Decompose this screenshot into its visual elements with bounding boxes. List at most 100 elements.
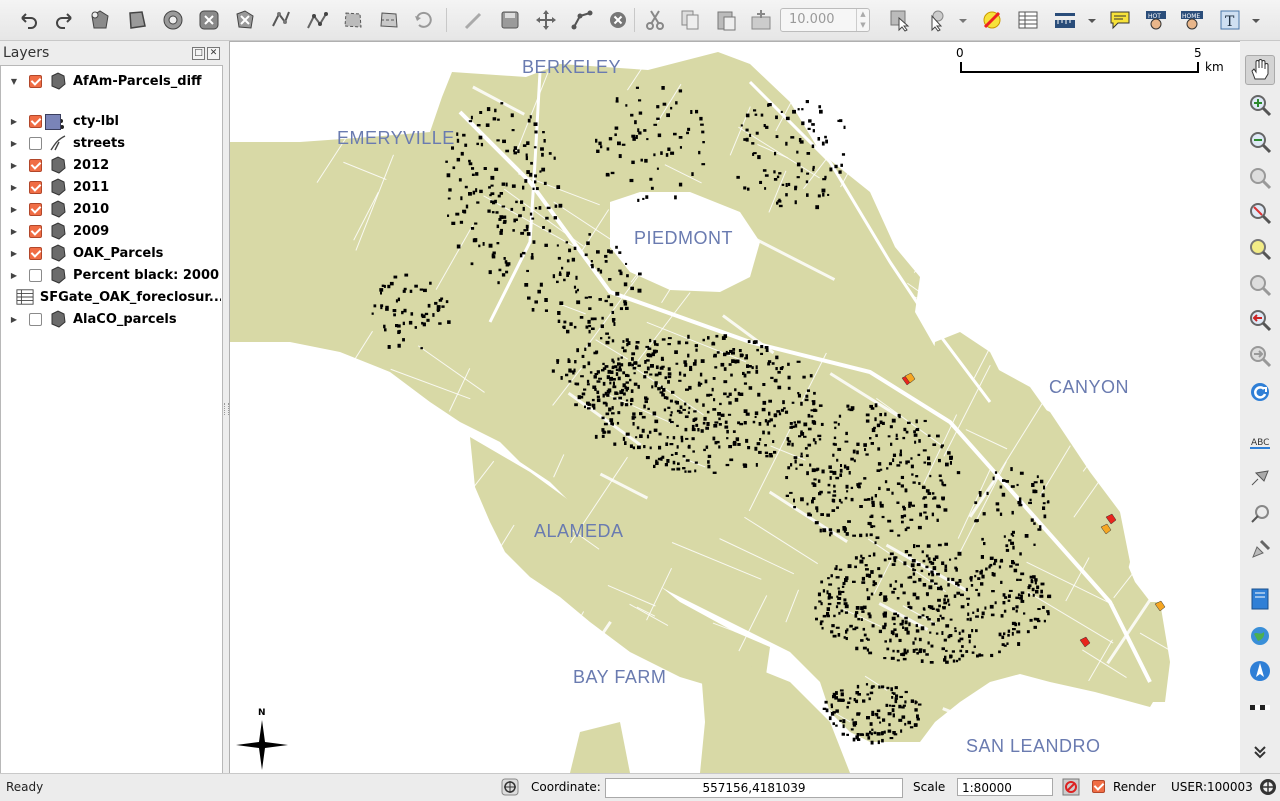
expand-arrow-icon[interactable]: ▶ — [7, 161, 21, 170]
parcel-marker — [565, 241, 569, 244]
map-canvas[interactable]: BERKELEY EMERYVILLE PIEDMONT CANYON ALAM… — [229, 41, 1241, 774]
split-features-icon[interactable] — [339, 6, 367, 34]
cut-icon[interactable] — [641, 6, 669, 34]
merge-icon[interactable] — [410, 6, 438, 34]
delete-selected-icon[interactable] — [604, 6, 632, 34]
reshape-icon[interactable] — [267, 6, 295, 34]
split-parts-icon[interactable] — [375, 6, 403, 34]
zoom-full-edit-icon[interactable] — [747, 6, 775, 34]
attribute-table-icon[interactable] — [1014, 6, 1042, 34]
layer-visibility-checkbox[interactable] — [29, 74, 42, 88]
wms-globe-icon[interactable] — [1245, 621, 1275, 651]
zoom-layer-icon[interactable] — [1245, 198, 1275, 228]
layer-row[interactable]: ▶ Percent black: 2000 — [1, 264, 221, 286]
measure-dropdown-icon[interactable] — [1085, 6, 1099, 34]
close-panel-icon[interactable]: ✕ — [207, 47, 220, 60]
redo-icon[interactable] — [51, 6, 79, 34]
rotate-label-icon[interactable] — [1245, 499, 1275, 529]
toolbar-overflow-icon[interactable] — [1245, 741, 1275, 761]
select-icon[interactable] — [922, 6, 950, 34]
layer-row[interactable]: ▼ AfAm-Parcels_diff — [1, 70, 221, 92]
layer-row[interactable]: ▶ 2012 — [1, 154, 221, 176]
offset-spinbox[interactable]: 10.000 ▲ ▼ — [780, 8, 870, 32]
layer-tree[interactable]: ▼ AfAm-Parcels_diff ▶ cty-lbl ▶ streets ▶ 2012 ▶… — [0, 65, 223, 774]
layer-visibility-checkbox[interactable] — [29, 224, 42, 238]
paste-icon[interactable] — [712, 6, 740, 34]
layer-row[interactable]: ▶ streets — [1, 132, 221, 154]
identify-icon[interactable] — [885, 6, 913, 34]
layer-row[interactable]: ▶ 2009 — [1, 220, 221, 242]
layer-visibility-checkbox[interactable] — [29, 312, 42, 326]
text-annotation-icon[interactable]: T — [1216, 6, 1244, 34]
layer-visibility-checkbox[interactable] — [29, 202, 42, 216]
select-dropdown-icon[interactable] — [956, 6, 970, 34]
layer-row[interactable]: ▶ AlaCO_parcels — [1, 308, 221, 330]
hotlink-icon[interactable]: HOT — [1142, 6, 1170, 34]
change-label-icon[interactable] — [1245, 535, 1275, 565]
stop-render-icon[interactable] — [1062, 778, 1080, 796]
layer-visibility-checkbox[interactable] — [29, 268, 42, 282]
zoom-full-icon[interactable] — [1245, 234, 1275, 264]
collapse-arrow-icon[interactable]: ▼ — [7, 77, 21, 86]
zoom-in-icon[interactable] — [1245, 90, 1275, 120]
pan-icon[interactable] — [1245, 55, 1275, 85]
coordinate-field[interactable]: 557156,4181039 — [605, 778, 903, 798]
layer-row[interactable]: SFGate_OAK_foreclosur... — [1, 286, 221, 308]
annotation-dropdown-icon[interactable] — [1249, 6, 1263, 34]
layer-row[interactable]: ▶ cty-lbl — [1, 110, 221, 132]
zoom-out-icon[interactable] — [1245, 127, 1275, 157]
messages-icon[interactable] — [1259, 778, 1277, 796]
layer-visibility-checkbox[interactable] — [29, 114, 42, 128]
expand-arrow-icon[interactable]: ▶ — [7, 139, 21, 148]
save-edits-icon[interactable] — [496, 6, 524, 34]
north-arrow-tool-icon[interactable] — [1245, 656, 1275, 686]
zoom-last-icon[interactable] — [1245, 305, 1275, 335]
scale-combobox[interactable]: 1:80000 — [957, 778, 1053, 796]
zoom-select-icon[interactable] — [1245, 163, 1275, 193]
expand-arrow-icon[interactable]: ▶ — [7, 249, 21, 258]
layer-visibility-checkbox[interactable] — [29, 246, 42, 260]
float-panel-icon[interactable]: □ — [192, 47, 205, 60]
move-feature-icon[interactable] — [532, 6, 560, 34]
spin-down-icon[interactable]: ▼ — [857, 20, 869, 31]
node-tool-icon[interactable] — [568, 6, 596, 34]
toggle-extents-icon[interactable] — [501, 778, 519, 796]
offset-curve-icon[interactable] — [303, 6, 331, 34]
deselect-icon[interactable] — [978, 6, 1006, 34]
layer-visibility-checkbox[interactable] — [29, 180, 42, 194]
layer-row[interactable]: ▶ 2010 — [1, 198, 221, 220]
scale-bar-tool-icon[interactable] — [1245, 693, 1275, 723]
expand-arrow-icon[interactable]: ▶ — [7, 315, 21, 324]
digitize-icon[interactable] — [460, 6, 488, 34]
expand-arrow-icon[interactable]: ▶ — [7, 117, 21, 126]
zoom-next-icon[interactable] — [1245, 341, 1275, 371]
fill-ring-icon[interactable] — [159, 6, 187, 34]
delete-ring-icon[interactable] — [195, 6, 223, 34]
label-tool-icon[interactable]: ABC — [1245, 427, 1275, 457]
new-print-composer-icon[interactable] — [1245, 584, 1275, 614]
copy-icon[interactable] — [676, 6, 704, 34]
pin-label-icon[interactable] — [1245, 462, 1275, 492]
zoom-native-icon[interactable] — [1245, 270, 1275, 300]
map-tips-icon[interactable] — [1106, 6, 1134, 34]
expand-arrow-icon[interactable]: ▶ — [7, 183, 21, 192]
parcel-marker — [543, 181, 547, 185]
layer-row[interactable]: ▶ OAK_Parcels — [1, 242, 221, 264]
render-checkbox[interactable] — [1092, 780, 1105, 793]
add-ring-icon[interactable] — [86, 6, 114, 34]
expand-arrow-icon[interactable]: ▶ — [7, 205, 21, 214]
crs-status[interactable]: USER:100003 — [1171, 780, 1253, 794]
add-part-icon[interactable] — [123, 6, 151, 34]
layer-row[interactable]: ▶ 2011 — [1, 176, 221, 198]
measure-icon[interactable] — [1051, 6, 1079, 34]
undo-icon[interactable] — [14, 6, 42, 34]
home-icon[interactable]: HOME — [1178, 6, 1206, 34]
layer-visibility-checkbox[interactable] — [29, 136, 42, 150]
expand-arrow-icon[interactable]: ▶ — [7, 227, 21, 236]
panel-splitter[interactable] — [223, 41, 229, 773]
spin-up-icon[interactable]: ▲ — [857, 9, 869, 20]
refresh-icon[interactable] — [1245, 377, 1275, 407]
layer-visibility-checkbox[interactable] — [29, 158, 42, 172]
expand-arrow-icon[interactable]: ▶ — [7, 271, 21, 280]
delete-part-icon[interactable] — [231, 6, 259, 34]
